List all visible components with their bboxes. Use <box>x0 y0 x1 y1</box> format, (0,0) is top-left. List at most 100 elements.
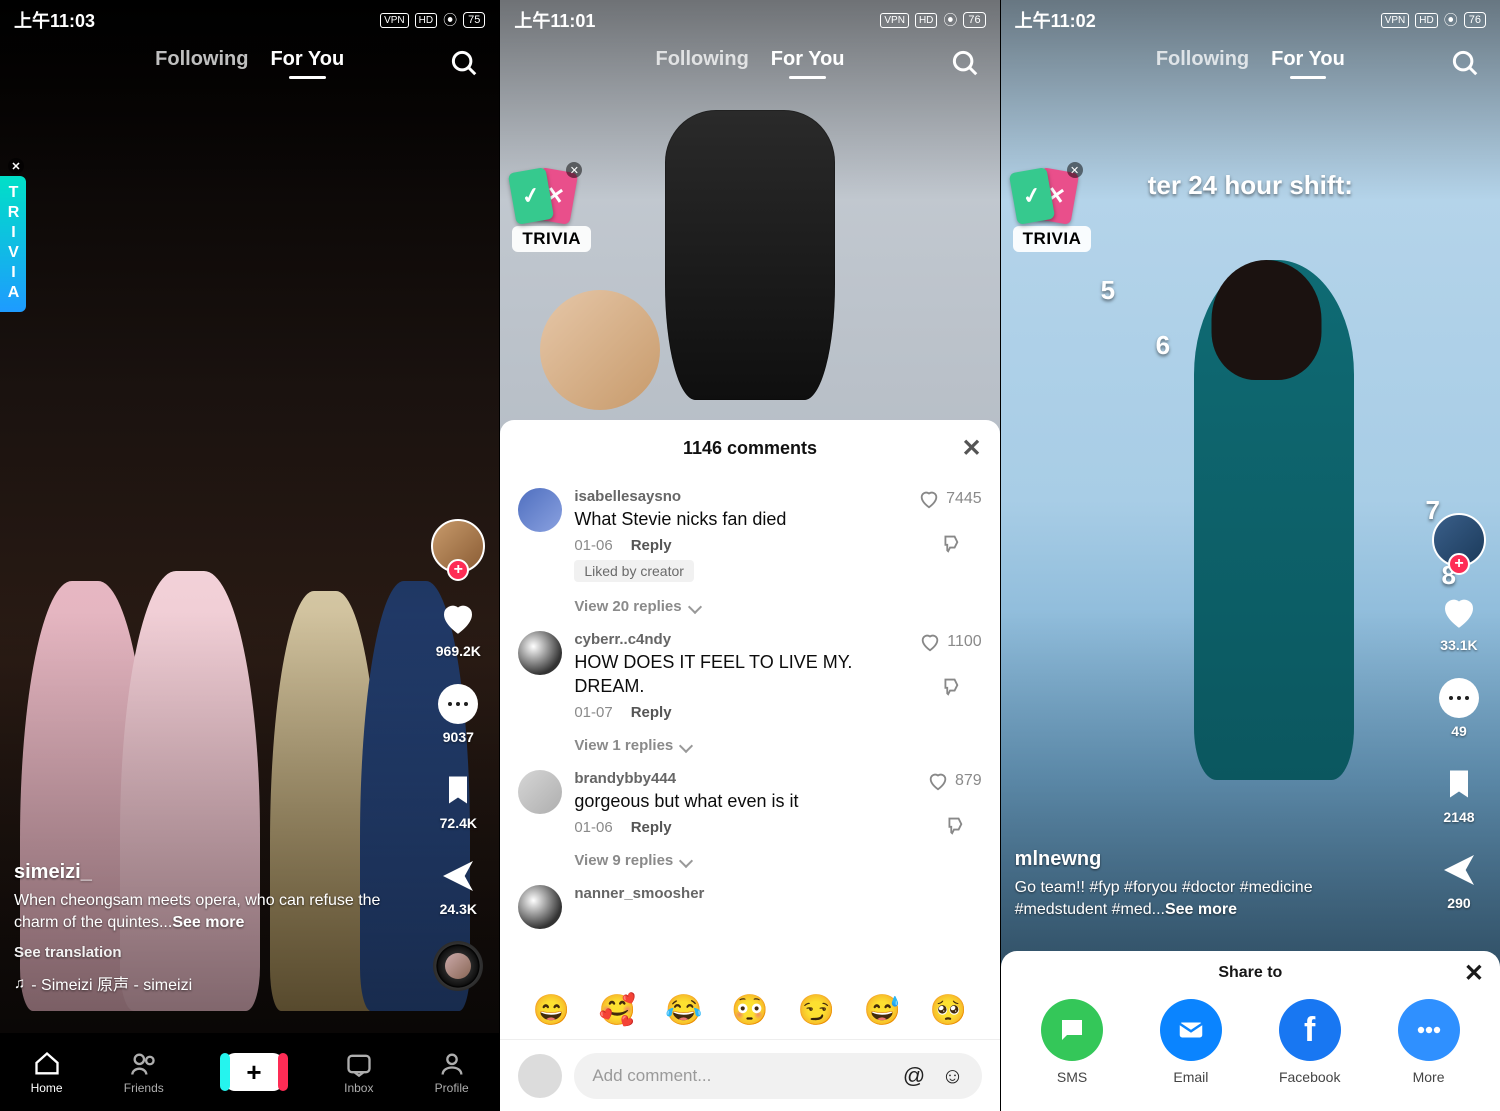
vpn-icon: VPN <box>880 13 909 28</box>
sound-label[interactable]: ♫ - Simeizi 原声 - simeizi <box>14 971 409 995</box>
emoji-option[interactable]: 🥰 <box>599 993 636 1028</box>
comment-like[interactable]: 879 <box>927 770 982 792</box>
more-icon <box>1398 999 1460 1061</box>
creator-avatar[interactable]: + <box>1432 513 1486 567</box>
like-button[interactable]: 969.2K <box>436 597 481 659</box>
close-icon[interactable]: ✕ <box>8 158 24 174</box>
comment-item: brandybby444 gorgeous but what even is i… <box>518 760 981 846</box>
username[interactable]: mlnewng <box>1015 848 1400 871</box>
search-icon[interactable] <box>449 48 479 83</box>
create-icon[interactable]: + <box>225 1053 283 1091</box>
share-email[interactable]: Email <box>1160 999 1222 1085</box>
creator-avatar[interactable]: + <box>431 519 485 573</box>
emoji-option[interactable]: 😏 <box>797 993 834 1028</box>
comment-button[interactable]: 9037 <box>437 683 479 745</box>
overlay-num: 5 <box>1101 275 1115 306</box>
share-button[interactable]: 290 <box>1438 849 1480 911</box>
share-header: Share to ✕ <box>1001 951 1500 995</box>
nav-inbox[interactable]: Inbox <box>344 1050 373 1095</box>
comments-list[interactable]: isabellesaysno What Stevie nicks fan die… <box>500 476 999 981</box>
search-icon[interactable] <box>950 48 980 83</box>
tab-following[interactable]: Following <box>1156 48 1249 71</box>
view-replies[interactable]: View 20 replies <box>574 598 981 615</box>
tab-following[interactable]: Following <box>155 48 248 71</box>
avatar[interactable] <box>518 631 562 675</box>
see-translation[interactable]: See translation <box>14 944 409 961</box>
status-bar: 上午11:03 VPN HD ⦿ 75 <box>0 0 499 40</box>
battery-icon: 76 <box>963 12 985 28</box>
follow-plus-icon[interactable]: + <box>447 559 469 581</box>
emoji-bar: 😄 🥰 😂 😳 😏 😅 🥺 <box>500 981 999 1039</box>
trivia-badge[interactable]: ✓✕✕ TRIVIA <box>512 170 591 252</box>
video-meta: mlnewng Go team!! #fyp #foryou #doctor #… <box>1015 848 1400 921</box>
wifi-icon: ⦿ <box>443 10 457 30</box>
comment-dislike[interactable] <box>939 532 961 554</box>
emoji-option[interactable]: 😄 <box>533 993 570 1028</box>
close-icon[interactable]: ✕ <box>566 162 582 178</box>
close-icon[interactable]: ✕ <box>1067 162 1083 178</box>
close-icon[interactable]: ✕ <box>962 434 982 463</box>
comment-like[interactable]: 1100 <box>919 631 981 653</box>
status-bar: 上午11:02 VPN HD ⦿ 76 <box>1001 0 1500 40</box>
comment-input[interactable]: Add comment... @ ☺ <box>574 1053 981 1099</box>
emoji-option[interactable]: 😅 <box>864 993 901 1028</box>
save-button[interactable]: 2148 <box>1438 763 1480 825</box>
see-more[interactable]: See more <box>1165 901 1237 918</box>
share-sms[interactable]: SMS <box>1041 999 1103 1085</box>
trivia-badge[interactable]: ✓✕✕ TRIVIA <box>1013 170 1092 252</box>
emoji-option[interactable]: 🥺 <box>930 993 967 1028</box>
follow-plus-icon[interactable]: + <box>1448 553 1470 575</box>
avatar[interactable] <box>518 885 562 929</box>
share-facebook[interactable]: f Facebook <box>1279 999 1341 1085</box>
comment-user[interactable]: nanner_smoosher <box>574 885 981 902</box>
mention-icon[interactable]: @ <box>903 1063 925 1089</box>
username[interactable]: simeizi_ <box>14 861 409 884</box>
sound-disc[interactable] <box>433 941 483 991</box>
view-replies[interactable]: View 9 replies <box>574 852 981 869</box>
battery-icon: 75 <box>463 12 485 28</box>
comment-user[interactable]: isabellesaysno <box>574 488 906 505</box>
tab-foryou[interactable]: For You <box>270 48 344 71</box>
like-button[interactable]: 33.1K <box>1438 591 1480 653</box>
see-more[interactable]: See more <box>172 914 244 931</box>
action-rail: + 33.1K 49 2148 290 <box>1432 513 1486 911</box>
emoji-option[interactable]: 😳 <box>731 993 768 1028</box>
nav-create[interactable]: + <box>225 1053 283 1091</box>
comment-user[interactable]: cyberr..c4ndy <box>574 631 907 648</box>
tab-foryou[interactable]: For You <box>771 48 845 71</box>
view-replies[interactable]: View 1 replies <box>574 737 981 754</box>
trivia-badge[interactable]: ✕ TRIVIA <box>0 176 26 312</box>
status-bar: 上午11:01 VPN HD ⦿ 76 <box>500 0 999 40</box>
emoji-icon[interactable]: ☺ <box>941 1063 963 1089</box>
tab-following[interactable]: Following <box>655 48 748 71</box>
avatar[interactable] <box>518 770 562 814</box>
close-icon[interactable]: ✕ <box>1464 959 1484 988</box>
feed-tabs: Following For You <box>500 48 999 71</box>
comment-user[interactable]: brandybby444 <box>574 770 915 787</box>
comment-like[interactable]: 7445 <box>918 488 982 510</box>
comment-dislike[interactable] <box>939 675 961 697</box>
reply-button[interactable]: Reply <box>631 537 672 554</box>
nav-friends[interactable]: Friends <box>124 1050 164 1095</box>
hd-icon: HD <box>1415 13 1437 28</box>
comment-dislike[interactable] <box>943 814 965 836</box>
share-button[interactable]: 24.3K <box>437 855 479 917</box>
reply-button[interactable]: Reply <box>631 704 672 721</box>
avatar[interactable] <box>518 488 562 532</box>
comment-item: cyberr..c4ndy HOW DOES IT FEEL TO LIVE M… <box>518 621 981 731</box>
search-icon[interactable] <box>1450 48 1480 83</box>
tab-foryou[interactable]: For You <box>1271 48 1345 71</box>
nav-profile[interactable]: Profile <box>435 1050 469 1095</box>
my-avatar[interactable] <box>518 1054 562 1098</box>
feed-tabs: Following For You <box>0 48 499 71</box>
emoji-option[interactable]: 😂 <box>665 993 702 1028</box>
comment-button[interactable]: 49 <box>1438 677 1480 739</box>
save-button[interactable]: 72.4K <box>437 769 479 831</box>
battery-icon: 76 <box>1464 12 1486 28</box>
caption[interactable]: When cheongsam meets opera, who can refu… <box>14 890 409 934</box>
caption[interactable]: Go team!! #fyp #foryou #doctor #medicine… <box>1015 877 1400 921</box>
share-more[interactable]: More <box>1398 999 1460 1085</box>
reply-button[interactable]: Reply <box>631 819 672 836</box>
wifi-icon: ⦿ <box>1444 10 1458 30</box>
nav-home[interactable]: Home <box>31 1050 63 1095</box>
